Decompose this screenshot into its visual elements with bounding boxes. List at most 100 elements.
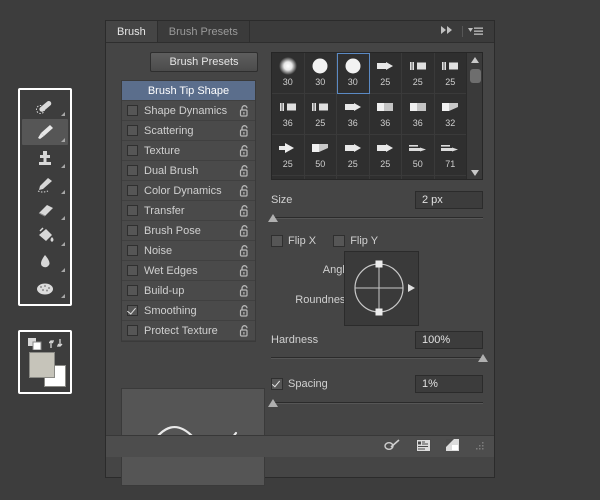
brush-tip-cell[interactable]: 25 (369, 135, 402, 176)
brush-option-checkbox[interactable] (127, 125, 138, 136)
open-preset-manager-icon[interactable] (416, 438, 431, 455)
tab-brush-presets[interactable]: Brush Presets (158, 21, 250, 42)
scrollbar-thumb[interactable] (470, 69, 481, 83)
brush-option-row[interactable]: Protect Texture (122, 321, 255, 341)
brush-tip-cell[interactable]: 30 (272, 53, 305, 94)
brush-tip-cell[interactable]: 25 (337, 135, 370, 176)
spacing-row: Spacing 1% (271, 375, 483, 393)
spacing-value-field[interactable]: 1% (415, 375, 483, 393)
size-slider[interactable] (268, 213, 483, 223)
brush-option-checkbox[interactable] (127, 205, 138, 216)
tab-brush[interactable]: Brush (106, 21, 158, 42)
brush-option-checkbox[interactable] (127, 245, 138, 256)
brush-option-row[interactable]: Color Dynamics (122, 181, 255, 201)
brush-tip-cell[interactable]: 50 (305, 176, 337, 179)
brush-option-checkbox[interactable] (127, 165, 138, 176)
flip-y-checkbox[interactable]: Flip Y (333, 235, 378, 247)
brush-option-row[interactable]: Scattering (122, 121, 255, 141)
brush-option-checkbox[interactable] (127, 325, 138, 336)
tool-brush[interactable] (22, 119, 68, 145)
scroll-up-arrow-icon[interactable] (467, 53, 482, 66)
scroll-down-arrow-icon[interactable] (467, 166, 482, 179)
brush-option-checkbox[interactable] (127, 285, 138, 296)
brush-option-row[interactable]: Wet Edges (122, 261, 255, 281)
brush-tip-cell[interactable]: 50 (337, 176, 370, 179)
brush-option-row[interactable]: Transfer (122, 201, 255, 221)
brush-option-row[interactable]: Shape Dynamics (122, 101, 255, 121)
default-colors-icon[interactable] (28, 338, 42, 350)
brush-option-checkbox[interactable] (127, 145, 138, 156)
brush-option-checkbox[interactable] (127, 105, 138, 116)
brush-tip-cell[interactable]: 36 (337, 94, 370, 135)
toggle-brush-preview-icon[interactable] (384, 438, 402, 455)
tool-blur[interactable] (22, 249, 68, 275)
lock-icon[interactable] (239, 205, 250, 217)
foreground-color-swatch[interactable] (29, 352, 55, 378)
hardness-slider[interactable] (271, 353, 488, 363)
flip-x-checkbox[interactable]: Flip X (271, 235, 316, 247)
hardness-slider-knob[interactable] (478, 354, 488, 362)
brush-tip-cell[interactable]: 50 (370, 176, 402, 179)
tool-eraser[interactable] (22, 197, 68, 223)
tool-clone-stamp[interactable] (22, 145, 68, 171)
lock-icon[interactable] (239, 125, 250, 137)
brush-tip-cell[interactable]: 25 (435, 176, 467, 179)
tool-sponge[interactable] (22, 275, 68, 301)
angle-roundness-widget[interactable] (344, 251, 419, 326)
brush-option-checkbox[interactable] (127, 265, 138, 276)
spacing-slider[interactable] (268, 398, 483, 408)
brush-tip-cell[interactable]: 71 (434, 135, 467, 176)
hardness-value-field[interactable]: 100% (415, 331, 483, 349)
lock-icon[interactable] (239, 305, 250, 317)
panel-menu-icon[interactable] (462, 26, 489, 37)
brush-option-checkbox[interactable] (127, 305, 138, 316)
brush-presets-button[interactable]: Brush Presets (150, 52, 258, 72)
lock-icon[interactable] (239, 325, 250, 337)
lock-icon[interactable] (239, 245, 250, 257)
brush-tip-cell[interactable]: 25 (304, 94, 337, 135)
brush-option-row[interactable]: Dual Brush (122, 161, 255, 181)
brush-tip-cell[interactable]: 25 (272, 176, 305, 179)
brush-tip-grid[interactable]: 3030302525253625363636322550252550712550… (271, 52, 483, 180)
brush-option-checkbox[interactable] (127, 225, 138, 236)
lock-icon[interactable] (239, 225, 250, 237)
brush-tip-cell[interactable]: 25 (402, 53, 435, 94)
lock-icon[interactable] (239, 145, 250, 157)
size-value-field[interactable]: 2 px (415, 191, 483, 209)
brush-tip-cell[interactable]: 25 (369, 53, 402, 94)
spacing-slider-knob[interactable] (268, 399, 279, 407)
size-slider-knob[interactable] (268, 214, 279, 222)
lock-icon[interactable] (239, 165, 250, 177)
double-chevron-right-icon[interactable] (435, 25, 459, 38)
resize-grip-icon[interactable] (474, 441, 484, 452)
lock-icon[interactable] (239, 265, 250, 277)
brush-option-row[interactable]: Smoothing (122, 301, 255, 321)
brush-grid-scrollbar[interactable] (466, 53, 482, 179)
swap-colors-icon[interactable] (49, 337, 63, 350)
create-new-brush-icon[interactable] (445, 438, 460, 455)
lock-icon[interactable] (239, 185, 250, 197)
brush-option-row[interactable]: Texture (122, 141, 255, 161)
brush-option-row[interactable]: Build-up (122, 281, 255, 301)
brush-tip-cell[interactable]: 32 (434, 94, 467, 135)
brush-tip-cell[interactable]: 36 (369, 94, 402, 135)
brush-tip-cell[interactable]: 25 (272, 135, 305, 176)
brush-tip-cell[interactable]: 50 (304, 135, 337, 176)
tool-history-brush[interactable] (22, 171, 68, 197)
brush-tip-cell[interactable]: 25 (434, 53, 467, 94)
spacing-checkbox[interactable]: Spacing (271, 378, 328, 390)
lock-icon[interactable] (239, 285, 250, 297)
brush-tip-cell[interactable]: 36 (402, 94, 435, 135)
lock-icon[interactable] (239, 105, 250, 117)
brush-option-header[interactable]: Brush Tip Shape (122, 81, 255, 101)
brush-option-checkbox[interactable] (127, 185, 138, 196)
brush-tip-cell[interactable]: 30 (304, 53, 337, 94)
brush-option-row[interactable]: Brush Pose (122, 221, 255, 241)
brush-tip-cell[interactable]: 30 (337, 53, 370, 94)
tool-paint-bucket[interactable] (22, 223, 68, 249)
brush-option-row[interactable]: Noise (122, 241, 255, 261)
brush-tip-cell[interactable]: 36 (272, 94, 305, 135)
brush-tip-cell[interactable]: 50 (402, 135, 435, 176)
brush-tip-cell[interactable]: 50 (402, 176, 435, 179)
tool-spot-healing-brush[interactable] (22, 93, 68, 119)
